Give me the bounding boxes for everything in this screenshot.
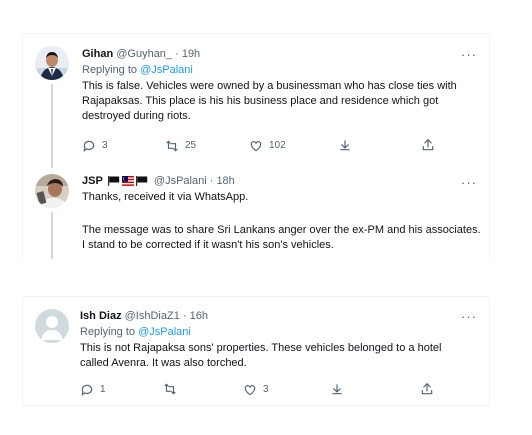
more-options-icon[interactable]: ··· bbox=[461, 310, 477, 323]
flag-emojis bbox=[107, 176, 148, 186]
tweet-header: JSP @JsPalani · 18h bbox=[82, 174, 235, 188]
retweet-count: 25 bbox=[185, 140, 197, 151]
thread-connector bbox=[51, 212, 53, 259]
reply-count: 3 bbox=[102, 140, 108, 151]
retweet-icon bbox=[166, 140, 178, 152]
author-name[interactable]: Gihan bbox=[82, 48, 113, 60]
mention-link[interactable]: @JsPalani bbox=[140, 64, 193, 76]
tweet-actions: 3 25 102 bbox=[82, 138, 482, 156]
download-icon bbox=[340, 140, 350, 151]
download-button[interactable] bbox=[330, 382, 344, 396]
avatar[interactable] bbox=[35, 309, 69, 343]
like-count: 3 bbox=[263, 384, 269, 395]
share-icon bbox=[421, 382, 433, 395]
author-meta[interactable]: @IshDiaZ1 · 16h bbox=[125, 310, 208, 322]
tweet-text-line2: The message was to share Sri Lankans ang… bbox=[82, 224, 481, 251]
share-button[interactable] bbox=[421, 138, 435, 152]
malaysia-flag-icon bbox=[121, 176, 134, 186]
author-meta[interactable]: @JsPalani · 18h bbox=[154, 175, 235, 187]
avatar[interactable] bbox=[35, 174, 69, 208]
black-flag-icon bbox=[135, 176, 148, 186]
replying-to: Replying to @JsPalani bbox=[80, 325, 191, 339]
tweet-header: Gihan @Guyhan_ · 19h bbox=[82, 47, 200, 61]
author-name[interactable]: Ish Diaz bbox=[80, 310, 122, 322]
avatar[interactable] bbox=[35, 46, 69, 80]
tweet-ish-diaz[interactable]: Ish Diaz @IshDiaZ1 · 16h ··· Replying to… bbox=[23, 297, 489, 407]
more-options-icon[interactable]: ··· bbox=[461, 176, 477, 189]
tweet-header: Ish Diaz @IshDiaZ1 · 16h bbox=[80, 309, 208, 323]
retweet-icon bbox=[164, 383, 176, 395]
thread-card: Gihan @Guyhan_ · 19h ··· Replying to @Js… bbox=[22, 33, 490, 259]
reply-count: 1 bbox=[100, 384, 106, 395]
reply-icon bbox=[81, 384, 93, 397]
download-icon bbox=[332, 384, 342, 395]
heart-icon bbox=[250, 141, 262, 152]
share-button[interactable] bbox=[420, 382, 434, 396]
download-button[interactable] bbox=[338, 138, 352, 152]
reply-button[interactable]: 1 bbox=[80, 382, 106, 398]
share-icon bbox=[422, 138, 434, 151]
more-options-icon[interactable]: ··· bbox=[461, 48, 477, 61]
retweet-button[interactable]: 25 bbox=[165, 138, 196, 154]
like-button[interactable]: 102 bbox=[249, 138, 286, 154]
author-name[interactable]: JSP bbox=[82, 175, 103, 187]
black-flag-icon bbox=[107, 176, 120, 186]
reply-icon bbox=[83, 140, 95, 153]
thread-connector bbox=[51, 84, 53, 168]
like-button[interactable]: 3 bbox=[243, 382, 269, 398]
replying-to-label: Replying to bbox=[80, 326, 139, 338]
tweet-jsp[interactable]: JSP @JsPalani · 18h ··· Thanks, received… bbox=[23, 164, 489, 259]
retweet-button[interactable] bbox=[163, 382, 177, 396]
tweet-gihan[interactable]: Gihan @Guyhan_ · 19h ··· Replying to @Js… bbox=[23, 34, 489, 168]
tweet-text: This is false. Vehicles were owned by a … bbox=[82, 80, 457, 122]
like-count: 102 bbox=[269, 140, 286, 151]
mention-link[interactable]: @JsPalani bbox=[138, 326, 191, 338]
tweet-text-line1: Thanks, received it via WhatsApp. bbox=[82, 191, 249, 203]
replying-to: Replying to @JsPalani bbox=[82, 63, 193, 77]
tweet-actions: 1 3 bbox=[80, 382, 480, 400]
heart-icon bbox=[244, 385, 256, 396]
replying-to-label: Replying to bbox=[82, 64, 141, 76]
tweet-text: This is not Rajapaksa sons' properties. … bbox=[80, 342, 442, 369]
author-meta[interactable]: @Guyhan_ · 19h bbox=[116, 48, 200, 60]
tweet-card: Ish Diaz @IshDiaZ1 · 16h ··· Replying to… bbox=[22, 296, 490, 406]
reply-button[interactable]: 3 bbox=[82, 138, 108, 154]
